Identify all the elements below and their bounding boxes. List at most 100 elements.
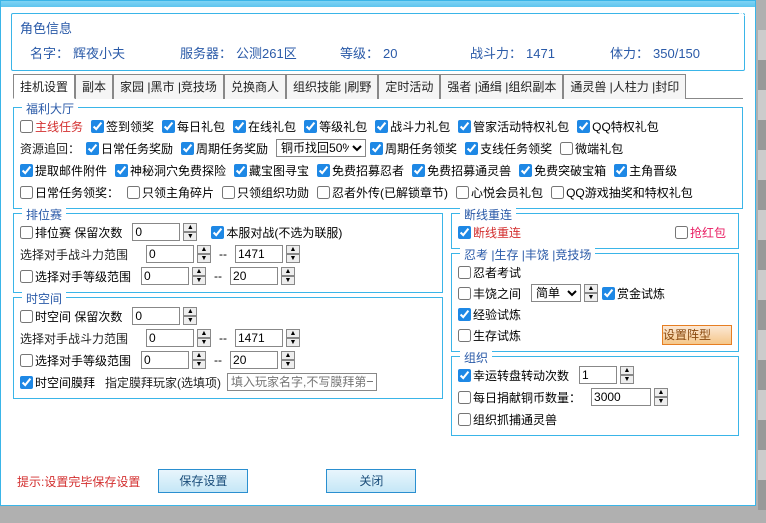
tab-orgskill[interactable]: 组织技能 |刷野: [286, 74, 378, 99]
recover-select[interactable]: 铜币找回50%: [276, 139, 366, 157]
power-label: 战斗力：: [470, 46, 522, 61]
spinner-icon[interactable]: ▲▼: [192, 267, 206, 285]
welfare-title: 福利大厅: [22, 100, 78, 117]
cb-qq-lottery[interactable]: QQ游戏抽奖和特权礼包: [551, 184, 693, 201]
tab-home[interactable]: 家园 |黑市 |竞技场: [113, 74, 224, 99]
titlebar: [1, 1, 755, 7]
spinner-icon[interactable]: ▲▼: [620, 366, 634, 384]
cb-ninja-exam[interactable]: 忍者考试: [458, 264, 521, 281]
tab-strong[interactable]: 强者 |通缉 |组织副本: [440, 74, 563, 99]
level-value: 20: [383, 46, 397, 61]
spinner-icon[interactable]: ▲▼: [286, 245, 300, 263]
cb-mail[interactable]: 提取邮件附件: [20, 162, 107, 179]
org-title: 组织: [460, 349, 492, 366]
level-label: 等级：: [340, 46, 379, 61]
resource-recover-label: 资源追回：: [20, 140, 80, 157]
space-keep-input[interactable]: [132, 307, 180, 325]
tab-bar: 挂机设置 副本 家园 |黑市 |竞技场 兑换商人 组织技能 |刷野 定时活动 强…: [13, 73, 743, 99]
cb-butler-gift[interactable]: 管家活动特权礼包: [458, 118, 569, 135]
fengrao-select[interactable]: 简单: [531, 284, 581, 302]
cb-xinyue[interactable]: 心悦会员礼包: [456, 184, 543, 201]
close-icon[interactable]: x: [737, 3, 745, 19]
cb-only-merit[interactable]: 只领组织功勋: [222, 184, 309, 201]
cb-worship[interactable]: 时空间膜拜: [20, 374, 95, 391]
cb-treasure[interactable]: 藏宝图寻宝: [234, 162, 309, 179]
tab-exchange[interactable]: 兑换商人: [224, 74, 286, 99]
worship-input[interactable]: [227, 373, 377, 391]
cb-fengrao[interactable]: 丰饶之间: [458, 285, 521, 302]
cb-only-hero[interactable]: 只领主角碎片: [127, 184, 214, 201]
space-lv-lo[interactable]: [141, 351, 189, 369]
rank-lv-hi[interactable]: [230, 267, 278, 285]
cb-gaiden[interactable]: 忍者外传(已解锁章节): [317, 184, 448, 201]
spinner-icon[interactable]: ▲▼: [281, 351, 295, 369]
cb-space-lv[interactable]: 选择对手等级范围: [20, 352, 131, 369]
cb-recruit-beast[interactable]: 免费招募通灵兽: [412, 162, 511, 179]
space-pw-hi[interactable]: [235, 329, 283, 347]
name-label: 名字：: [30, 46, 69, 61]
cb-space-keep[interactable]: 时空间 保留次数: [20, 308, 122, 325]
cb-daily-task-reward[interactable]: 日常任务奖励: [86, 140, 173, 157]
footer-hint: 提示:设置完毕保存设置: [17, 473, 140, 490]
cb-reconnect[interactable]: 断线重连: [458, 224, 521, 241]
cb-recruit-ninja[interactable]: 免费招募忍者: [317, 162, 404, 179]
spinner-icon[interactable]: ▲▼: [281, 267, 295, 285]
rank-pw-hi[interactable]: [235, 245, 283, 263]
spinner-icon[interactable]: ▲▼: [183, 223, 197, 241]
spinner-icon[interactable]: ▲▼: [286, 329, 300, 347]
space-pw-lo[interactable]: [146, 329, 194, 347]
spinner-icon[interactable]: ▲▼: [584, 284, 598, 302]
cb-lucky-wheel[interactable]: 幸运转盘转动次数: [458, 367, 569, 384]
cb-signin[interactable]: 签到领奖: [91, 118, 154, 135]
rank-group: 排位赛 排位赛 保留次数 ▲▼ 本服对战(不选为联服) 选择对手战斗力范围 ▲▼…: [13, 213, 443, 293]
cb-rank-lv[interactable]: 选择对手等级范围: [20, 268, 131, 285]
cb-exp-trial[interactable]: 经验试炼: [458, 306, 521, 323]
save-button[interactable]: 保存设置: [158, 469, 248, 493]
cb-donate[interactable]: 每日捐献铜币数量：: [458, 389, 581, 406]
cb-rank-keep[interactable]: 排位赛 保留次数: [20, 224, 122, 241]
cb-org-catch[interactable]: 组织抓捕通灵兽: [458, 411, 557, 428]
cb-period-claim[interactable]: 周期任务领奖: [370, 140, 457, 157]
lucky-input[interactable]: [579, 366, 617, 384]
rank-pw-lo[interactable]: [146, 245, 194, 263]
tab-beast[interactable]: 通灵兽 |人柱力 |封印: [563, 74, 686, 99]
stamina-value: 350/150: [653, 46, 700, 61]
cb-qq-gift[interactable]: QQ特权礼包: [577, 118, 659, 135]
space-lv-hi[interactable]: [230, 351, 278, 369]
cb-daily-gift[interactable]: 每日礼包: [162, 118, 225, 135]
spinner-icon[interactable]: ▲▼: [197, 329, 211, 347]
spinner-icon[interactable]: ▲▼: [197, 245, 211, 263]
cb-daily-claim[interactable]: 日常任务领奖：: [20, 184, 119, 201]
cb-redpacket[interactable]: 抢红包: [675, 224, 726, 241]
rank-title: 排位赛: [22, 206, 66, 223]
tab-hangup[interactable]: 挂机设置: [13, 74, 75, 99]
cb-reward-trial[interactable]: 赏金试炼: [602, 285, 665, 302]
spinner-icon[interactable]: ▲▼: [654, 388, 668, 406]
cb-online-gift[interactable]: 在线礼包: [233, 118, 296, 135]
cb-promote[interactable]: 主角晋级: [614, 162, 677, 179]
server-value: 公测261区: [236, 46, 297, 61]
tab-dungeon[interactable]: 副本: [75, 74, 113, 99]
cb-period-task-reward[interactable]: 周期任务奖励: [181, 140, 268, 157]
cb-micro-gift[interactable]: 微端礼包: [560, 140, 623, 157]
rank-pw-label: 选择对手战斗力范围: [20, 246, 140, 263]
cb-mainquest[interactable]: 主线任务: [20, 118, 83, 135]
cb-cave[interactable]: 神秘洞穴免费探险: [115, 162, 226, 179]
rank-keep-input[interactable]: [132, 223, 180, 241]
space-group: 时空间 时空间 保留次数 ▲▼ 选择对手战斗力范围 ▲▼ -- ▲▼ 选择对手等…: [13, 297, 443, 399]
spinner-icon[interactable]: ▲▼: [192, 351, 206, 369]
cb-level-gift[interactable]: 等级礼包: [304, 118, 367, 135]
rank-lv-lo[interactable]: [141, 267, 189, 285]
reconnect-title: 断线重连: [460, 206, 516, 223]
tab-timed[interactable]: 定时活动: [378, 74, 440, 99]
power-value: 1471: [526, 46, 555, 61]
cb-local-match[interactable]: 本服对战(不选为联服): [211, 224, 342, 241]
cb-branch-claim[interactable]: 支线任务领奖: [465, 140, 552, 157]
cb-survival[interactable]: 生存试炼: [458, 327, 521, 344]
cb-break-box[interactable]: 免费突破宝箱: [519, 162, 606, 179]
cb-power-gift[interactable]: 战斗力礼包: [375, 118, 450, 135]
donate-input[interactable]: [591, 388, 651, 406]
formation-button[interactable]: 设置阵型: [662, 325, 732, 345]
spinner-icon[interactable]: ▲▼: [183, 307, 197, 325]
close-button[interactable]: 关闭: [326, 469, 416, 493]
